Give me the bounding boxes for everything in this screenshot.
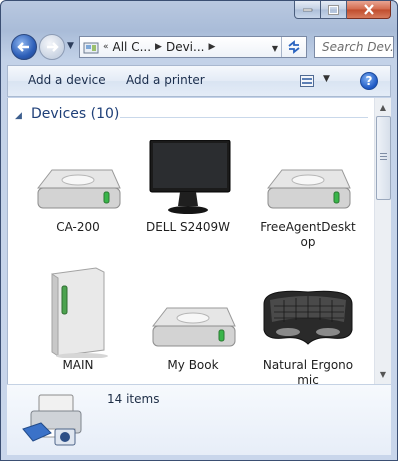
add-device-button[interactable]: Add a device bbox=[28, 73, 106, 87]
device-item[interactable]: DELL S2409W bbox=[138, 139, 238, 235]
item-count: 14 items bbox=[107, 392, 160, 406]
device-item[interactable]: FreeAgentDesktop bbox=[258, 140, 358, 250]
scroll-down-icon[interactable]: ▼ bbox=[375, 366, 391, 382]
minimize-button[interactable] bbox=[294, 1, 321, 19]
arrow-right-icon bbox=[47, 42, 59, 52]
vertical-scrollbar[interactable]: ▲ ▼ bbox=[374, 98, 391, 384]
explorer-window: ▼ « All C... ▶ Devi... ▶ ▼ Search Dev...… bbox=[0, 0, 398, 461]
device-label: My Book bbox=[167, 358, 219, 372]
scrollbar-thumb[interactable] bbox=[376, 116, 391, 200]
help-button[interactable]: ? bbox=[360, 72, 378, 90]
device-item[interactable]: MAIN bbox=[28, 266, 128, 373]
device-label: CA-200 bbox=[56, 220, 100, 234]
change-view-icon[interactable] bbox=[300, 75, 314, 87]
chevron-down-icon: ▼ bbox=[67, 41, 74, 51]
view-options-dropdown-icon[interactable]: ▼ bbox=[323, 74, 330, 84]
drive-icon bbox=[145, 278, 241, 358]
drive-icon bbox=[30, 140, 126, 220]
grip-line bbox=[380, 159, 387, 160]
tower-pc-icon bbox=[30, 266, 126, 359]
breadcrumb-separator-icon[interactable]: ▶ bbox=[155, 42, 162, 52]
breadcrumb-devices[interactable]: Devi... bbox=[166, 40, 205, 54]
drive-icon bbox=[260, 140, 356, 220]
caption-buttons bbox=[294, 1, 391, 19]
address-dropdown-icon[interactable]: ▼ bbox=[272, 44, 278, 53]
back-button[interactable] bbox=[11, 34, 37, 60]
add-printer-button[interactable]: Add a printer bbox=[126, 73, 205, 87]
address-bar[interactable]: « All C... ▶ Devi... ▶ ▼ bbox=[79, 36, 307, 58]
device-label: MAIN bbox=[62, 358, 94, 372]
keyboard-icon bbox=[260, 278, 356, 358]
close-button[interactable] bbox=[347, 1, 391, 19]
device-item[interactable]: My Book bbox=[143, 278, 243, 373]
breadcrumb-separator-icon[interactable]: ▶ bbox=[208, 42, 215, 52]
refresh-icon bbox=[288, 40, 300, 54]
monitor-icon bbox=[140, 139, 236, 220]
forward-button[interactable] bbox=[39, 34, 65, 60]
maximize-button[interactable] bbox=[321, 1, 347, 19]
devices-and-printers-icon bbox=[22, 394, 82, 446]
scroll-up-icon[interactable]: ▲ bbox=[375, 99, 391, 115]
group-header-devices[interactable]: ◢ Devices (10) bbox=[8, 104, 374, 128]
navigation-bar: ▼ « All C... ▶ Devi... ▶ ▼ Search Dev... bbox=[1, 31, 397, 63]
details-pane: 14 items bbox=[7, 384, 391, 455]
breadcrumb-all-control-panel[interactable]: All C... bbox=[113, 40, 152, 54]
device-label: DELL S2409W bbox=[145, 220, 231, 234]
arrow-left-icon bbox=[17, 42, 29, 52]
group-divider bbox=[120, 117, 368, 118]
minimize-icon bbox=[302, 8, 312, 11]
command-bar: Add a device Add a printer ▼ ? bbox=[7, 65, 391, 97]
device-item[interactable]: CA-200 bbox=[28, 140, 128, 235]
collapse-group-icon[interactable]: ◢ bbox=[15, 111, 22, 121]
overflow-chevron-icon[interactable]: « bbox=[103, 42, 109, 52]
control-panel-icon bbox=[83, 42, 99, 54]
recent-pages-dropdown[interactable]: ▼ bbox=[67, 41, 77, 51]
grip-line bbox=[380, 156, 387, 157]
device-item[interactable]: Natural Ergonomic bbox=[258, 278, 358, 384]
device-label: Natural Ergonomic bbox=[262, 358, 354, 384]
search-input[interactable]: Search Dev... bbox=[314, 36, 394, 58]
maximize-icon bbox=[328, 4, 339, 15]
close-icon bbox=[363, 4, 374, 15]
devices-view: ◢ Devices (10) CA-200 DELL S2409W FreeAg… bbox=[7, 98, 391, 384]
refresh-button[interactable] bbox=[281, 37, 306, 57]
group-title: Devices (10) bbox=[31, 106, 120, 122]
grip-line bbox=[380, 153, 387, 154]
device-label: FreeAgentDesktop bbox=[260, 220, 356, 249]
